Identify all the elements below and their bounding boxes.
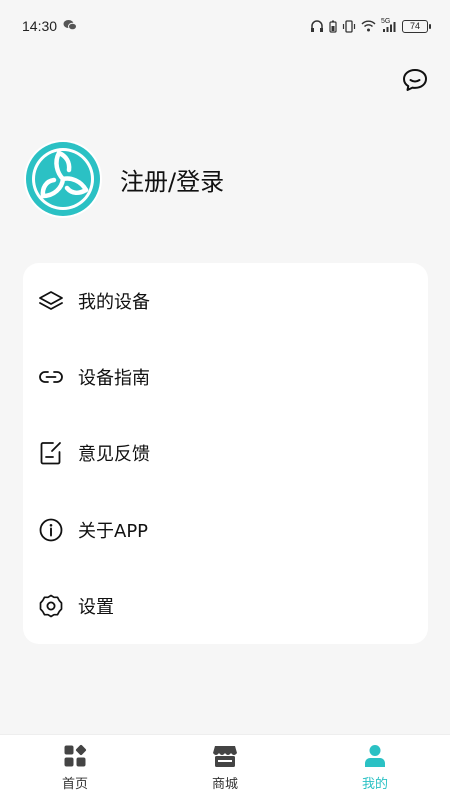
battery-indicator: 74 [402, 19, 431, 33]
status-left: 14:30 [22, 18, 78, 34]
tab-label: 商城 [211, 777, 238, 792]
avatar[interactable] [24, 140, 102, 218]
status-time: 14:30 [22, 18, 58, 34]
battery-small-icon [329, 20, 337, 33]
signal-icon: 5G [381, 17, 397, 33]
tab-label: 我的 [361, 777, 388, 792]
tab-mall[interactable]: 商城 [150, 743, 300, 792]
info-icon [37, 516, 65, 544]
menu-card: 我的设备 设备指南 意见反馈 关于APP 设置 [23, 263, 428, 644]
link-icon [37, 363, 65, 391]
menu-item-feedback[interactable]: 意见反馈 [23, 415, 428, 491]
menu-item-about-app[interactable]: 关于APP [23, 492, 428, 568]
tab-home[interactable]: 首页 [0, 743, 150, 792]
profile-header[interactable]: 注册/登录 [24, 140, 224, 218]
menu-item-settings[interactable]: 设置 [23, 568, 428, 644]
menu-item-label: 关于APP [78, 520, 149, 542]
network-type-label: 5G [381, 17, 391, 25]
menu-item-label: 设备指南 [78, 368, 150, 390]
person-icon [362, 743, 388, 769]
chat-bubble-icon [403, 69, 427, 91]
menu-item-label: 意见反馈 [78, 444, 150, 466]
login-register-link[interactable]: 注册/登录 [120, 162, 224, 197]
store-icon [212, 743, 238, 769]
bottom-tab-bar: 首页 商城 我的 [0, 734, 450, 800]
message-button[interactable] [400, 65, 430, 95]
app-logo-icon [26, 142, 100, 216]
grid-apps-icon [62, 743, 88, 769]
wechat-icon [63, 18, 78, 34]
gear-icon [37, 592, 65, 620]
status-bar: 14:30 5G 74 [0, 0, 450, 52]
tab-label: 首页 [61, 777, 88, 792]
menu-item-label: 设置 [78, 596, 114, 618]
headphones-icon [310, 19, 324, 33]
wifi-icon [361, 20, 376, 32]
status-right: 5G 74 [310, 17, 431, 33]
menu-item-my-devices[interactable]: 我的设备 [23, 263, 428, 339]
tab-mine[interactable]: 我的 [300, 743, 450, 792]
profile-screen: 14:30 5G 74 注册/登录 我的设备 设备指南 意见反馈 关于APP 设… [0, 0, 450, 800]
menu-item-label: 我的设备 [78, 292, 150, 314]
vibrate-icon [342, 19, 356, 33]
feedback-edit-icon [37, 439, 65, 467]
layers-icon [37, 287, 65, 315]
menu-item-device-guide[interactable]: 设备指南 [23, 339, 428, 415]
